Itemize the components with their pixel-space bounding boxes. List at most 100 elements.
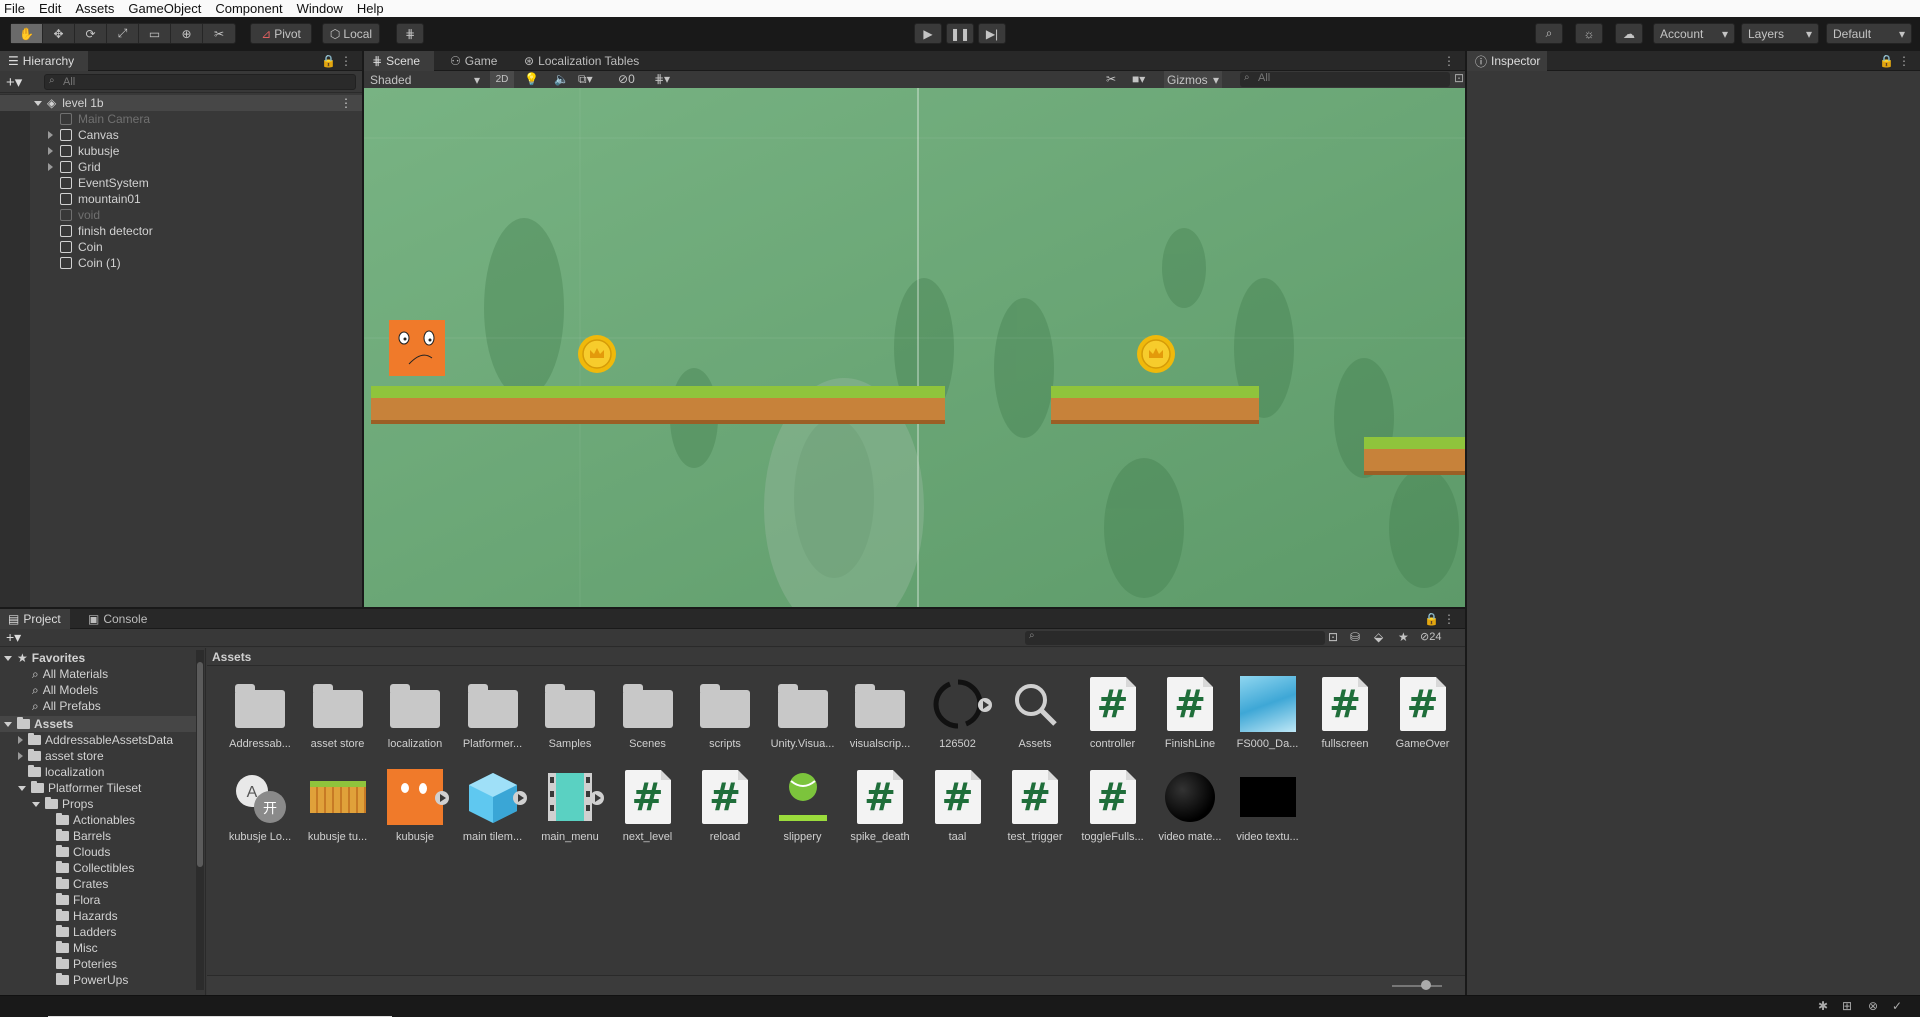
- chevron-right-icon[interactable]: [48, 163, 53, 171]
- asset-item[interactable]: # taal: [921, 769, 995, 843]
- asset-item[interactable]: kubusje tu...: [301, 769, 375, 843]
- menu-file[interactable]: File: [4, 1, 25, 16]
- search-options-icon[interactable]: ⊡: [1454, 71, 1464, 85]
- tools-icon[interactable]: ✂: [1106, 72, 1116, 86]
- cloud-button[interactable]: ☁: [1615, 23, 1643, 44]
- asset-item[interactable]: # controller: [1076, 676, 1150, 750]
- kebab-menu-icon[interactable]: ⋮: [1443, 54, 1455, 68]
- chevron-down-icon[interactable]: [34, 100, 42, 106]
- asset-item[interactable]: localization: [378, 676, 452, 750]
- effects-icon[interactable]: ⧉▾: [578, 72, 593, 87]
- rect-tool-icon[interactable]: ▭: [139, 24, 171, 43]
- pause-button[interactable]: ❚❚: [946, 23, 974, 44]
- menu-window[interactable]: Window: [297, 1, 343, 16]
- tab-scene[interactable]: ⋕ Scene: [364, 51, 434, 71]
- step-button[interactable]: ▶|: [978, 23, 1006, 44]
- chevron-right-icon[interactable]: [48, 131, 53, 139]
- assets-root[interactable]: Assets: [0, 716, 196, 732]
- chevron-right-icon[interactable]: [18, 752, 23, 760]
- hierarchy-item[interactable]: void: [0, 207, 362, 223]
- lock-icon[interactable]: 🔒: [1424, 612, 1439, 626]
- move-tool-icon[interactable]: ✥: [43, 24, 75, 43]
- tab-hierarchy[interactable]: ☰ Hierarchy: [0, 51, 88, 71]
- platform-left[interactable]: [371, 386, 945, 424]
- project-folder[interactable]: Barrels: [0, 828, 196, 844]
- hierarchy-search-input[interactable]: ⌕ All: [44, 74, 356, 90]
- asset-item[interactable]: Platformer...: [456, 676, 530, 750]
- services-button[interactable]: ☼: [1575, 23, 1603, 44]
- hierarchy-item[interactable]: Coin: [0, 239, 362, 255]
- chevron-down-icon[interactable]: [32, 801, 40, 807]
- project-search-input[interactable]: ⌕: [1025, 630, 1325, 645]
- hidden-packages-toggle[interactable]: ⊘24: [1420, 630, 1441, 643]
- coin-1[interactable]: [1137, 335, 1175, 373]
- hierarchy-item[interactable]: Main Camera: [0, 111, 362, 127]
- asset-item[interactable]: Samples: [533, 676, 607, 750]
- hierarchy-item[interactable]: Canvas: [0, 127, 362, 143]
- lock-icon[interactable]: 🔒: [1879, 54, 1894, 68]
- menu-edit[interactable]: Edit: [39, 1, 61, 16]
- network-icon[interactable]: ⊞: [1842, 999, 1852, 1013]
- favorites-header[interactable]: ★ Favorites: [0, 650, 196, 666]
- gizmos-dropdown[interactable]: Gizmos ▾: [1164, 71, 1222, 88]
- asset-item[interactable]: main_menu: [533, 769, 607, 843]
- chevron-right-icon[interactable]: [48, 147, 53, 155]
- tag-icon[interactable]: ⬙: [1374, 630, 1383, 644]
- favorite-item[interactable]: ⌕ All Materials: [0, 666, 196, 682]
- project-folder[interactable]: Actionables: [0, 812, 196, 828]
- asset-item[interactable]: Addressab...: [223, 676, 297, 750]
- tab-inspector[interactable]: ⓘ Inspector: [1467, 51, 1547, 71]
- asset-item[interactable]: # toggleFulls...: [1076, 769, 1150, 843]
- tree-scrollbar-thumb[interactable]: [197, 662, 203, 867]
- asset-item[interactable]: Assets: [998, 676, 1072, 750]
- chevron-right-icon[interactable]: [18, 736, 23, 744]
- asset-item[interactable]: asset store: [301, 676, 375, 750]
- star-icon[interactable]: ★: [1398, 630, 1409, 644]
- asset-item[interactable]: # reload: [688, 769, 762, 843]
- asset-item[interactable]: kubusje: [378, 769, 452, 843]
- check-icon[interactable]: ✓: [1892, 999, 1902, 1013]
- project-folder[interactable]: Poteries: [0, 956, 196, 972]
- asset-item[interactable]: Scenes: [611, 676, 685, 750]
- asset-item[interactable]: # GameOver: [1386, 676, 1460, 750]
- search-button[interactable]: ⌕: [1535, 23, 1563, 44]
- project-folder[interactable]: asset store: [0, 748, 196, 764]
- tab-console[interactable]: ▣ Console: [80, 609, 155, 629]
- pivot-toggle[interactable]: ⊿ Pivot: [250, 23, 312, 44]
- scale-tool-icon[interactable]: ⤢: [107, 24, 139, 43]
- project-folder[interactable]: Hazards: [0, 908, 196, 924]
- tree-scrollbar[interactable]: [196, 650, 204, 990]
- asset-item[interactable]: A 开 kubusje Lo...: [223, 769, 297, 843]
- scene-viewport[interactable]: [364, 88, 1465, 607]
- hierarchy-item[interactable]: kubusje: [0, 143, 362, 159]
- chevron-down-icon[interactable]: [18, 785, 26, 791]
- hierarchy-item[interactable]: Coin (1): [0, 255, 362, 271]
- project-folder[interactable]: Flora: [0, 892, 196, 908]
- layers-dropdown[interactable]: Layers ▾: [1741, 23, 1819, 44]
- tab-game[interactable]: ⚇ Game: [442, 51, 505, 71]
- project-folder[interactable]: AddressableAssetsData: [0, 732, 196, 748]
- hidden-objects-icon[interactable]: ⊘0: [618, 72, 635, 86]
- project-folder[interactable]: Collectibles: [0, 860, 196, 876]
- project-folder[interactable]: Props: [0, 796, 196, 812]
- asset-item[interactable]: 126502: [921, 676, 995, 750]
- add-icon[interactable]: +▾: [6, 73, 22, 91]
- tab-project[interactable]: ▤ Project: [0, 609, 70, 629]
- project-folder[interactable]: Ladders: [0, 924, 196, 940]
- breadcrumb-assets[interactable]: Assets: [212, 650, 251, 664]
- hierarchy-item[interactable]: mountain01: [0, 191, 362, 207]
- kebab-menu-icon[interactable]: ⋮: [1443, 612, 1455, 626]
- local-toggle[interactable]: ⬡ Local: [322, 23, 380, 44]
- audio-icon[interactable]: 🔈: [554, 72, 569, 86]
- hierarchy-item[interactable]: EventSystem: [0, 175, 362, 191]
- zoom-slider-handle[interactable]: [1421, 980, 1431, 990]
- grid-visibility-icon[interactable]: ⋕▾: [654, 72, 670, 86]
- project-folder[interactable]: localization: [0, 764, 196, 780]
- asset-item[interactable]: # test_trigger: [998, 769, 1072, 843]
- coin[interactable]: [578, 335, 616, 373]
- project-folder[interactable]: Platformer Tileset: [0, 780, 196, 796]
- lock-icon[interactable]: 🔒: [321, 54, 336, 68]
- scene-search-input[interactable]: ⌕ All: [1240, 72, 1450, 87]
- shading-dropdown[interactable]: Shaded ▾: [366, 71, 484, 88]
- zoom-slider[interactable]: [1392, 985, 1442, 987]
